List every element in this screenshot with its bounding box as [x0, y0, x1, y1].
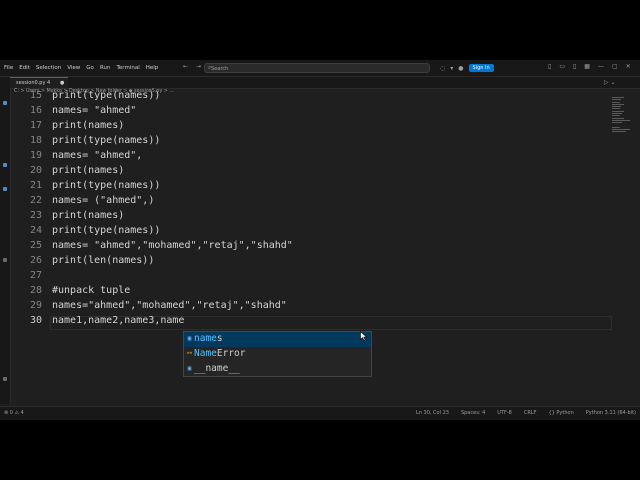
layout-panel-icon[interactable]: ▭	[559, 63, 565, 70]
layout-secondary-icon[interactable]: ▯	[573, 63, 576, 70]
line-number: 26	[29, 255, 42, 266]
code-line[interactable]: print(names)	[52, 165, 124, 176]
close-icon[interactable]: ✕	[626, 63, 631, 70]
window-controls: ▯ ▭ ▯ ▦ — ▢ ✕	[548, 63, 631, 70]
line-endings[interactable]: CRLF	[524, 410, 537, 416]
line-number: 16	[29, 105, 42, 116]
run-icon: ▷ ⌄	[604, 79, 616, 86]
back-arrow-icon[interactable]: ←	[183, 63, 188, 70]
code-line[interactable]: names= "ahmed",	[52, 150, 142, 161]
title-bar-actions: ◌ ▾ ● Sign In	[440, 63, 494, 73]
code-line[interactable]: print(type(names))	[52, 135, 160, 146]
code-line[interactable]: print(type(names))	[52, 90, 160, 101]
suggestion-match: name	[194, 333, 217, 344]
indentation[interactable]: Spaces: 4	[461, 410, 485, 416]
menu-go[interactable]: Go	[86, 65, 94, 71]
code-line[interactable]: names= "ahmed"	[52, 105, 136, 116]
search-placeholder: Search	[211, 65, 229, 72]
copilot-icon[interactable]: ◌	[440, 65, 445, 72]
forward-arrow-icon[interactable]: →	[196, 63, 201, 70]
language-mode[interactable]: {} Python	[548, 410, 573, 416]
search-box[interactable]: ⌕ Search	[204, 63, 430, 73]
line-number: 30	[29, 315, 42, 326]
line-number: 24	[29, 225, 42, 236]
title-bar: File Edit Selection View Go Run Terminal…	[0, 60, 640, 77]
modified-dot-icon[interactable]: ●	[60, 78, 64, 88]
menu-edit[interactable]: Edit	[19, 65, 30, 71]
menu-view[interactable]: View	[67, 65, 80, 71]
accounts-icon[interactable]	[3, 377, 7, 381]
code-line[interactable]: name1,name2,name3,name	[52, 315, 184, 326]
tab-label: session0.py 4	[16, 80, 51, 86]
suggestion-match: Name	[194, 348, 217, 359]
chevron-down-icon[interactable]: ▾	[450, 65, 453, 72]
suggestion-item[interactable]: ▣ names	[184, 332, 371, 347]
minimize-icon[interactable]: —	[598, 63, 604, 70]
layout-sidebar-icon[interactable]: ▯	[548, 63, 551, 70]
line-number: 18	[29, 135, 42, 146]
line-number: 21	[29, 180, 42, 191]
class-icon: ⚯	[186, 350, 193, 357]
maximize-icon[interactable]: ▢	[612, 63, 618, 70]
extensions-icon[interactable]	[3, 258, 7, 262]
code-line[interactable]: print(names)	[52, 120, 124, 131]
tab-bar: session0.py 4 ●	[10, 77, 640, 89]
problems-indicator[interactable]: ⊗ 0 ⚠ 4	[4, 410, 24, 416]
customize-layout-icon[interactable]: ▦	[584, 63, 590, 70]
variable-icon: ▣	[187, 335, 192, 342]
line-number: 22	[29, 195, 42, 206]
line-number: 23	[29, 210, 42, 221]
sign-in-button[interactable]: Sign In	[468, 64, 494, 72]
code-line[interactable]: print(type(names))	[52, 225, 160, 236]
suggestion-match: __name__	[194, 363, 240, 374]
suggestion-rest: Error	[216, 348, 246, 359]
menu-terminal[interactable]: Terminal	[116, 65, 139, 71]
line-number: 15	[29, 90, 42, 101]
variable-icon: ▣	[187, 365, 192, 372]
autocomplete-widget: ▣ names ⚯ NameError ▣ __name__	[183, 331, 372, 377]
line-number: 19	[29, 150, 42, 161]
account-icon[interactable]: ●	[458, 65, 463, 72]
line-number: 20	[29, 165, 42, 176]
search-view-icon[interactable]	[3, 163, 7, 167]
mouse-pointer-icon	[360, 331, 367, 341]
code-line[interactable]: print(type(names))	[52, 180, 160, 191]
minimap[interactable]	[612, 97, 632, 133]
menu-file[interactable]: File	[4, 65, 13, 71]
code-line[interactable]: #unpack tuple	[52, 285, 130, 296]
source-control-icon[interactable]	[3, 187, 7, 191]
code-line[interactable]: names= ("ahmed",)	[52, 195, 154, 206]
menu-run[interactable]: Run	[100, 65, 111, 71]
code-line[interactable]: print(names)	[52, 210, 124, 221]
code-line[interactable]: names= "ahmed","mohamed","retaj","shahd"	[52, 240, 293, 251]
menu-bar: File Edit Selection View Go Run Terminal…	[4, 60, 158, 76]
menu-selection[interactable]: Selection	[36, 65, 61, 71]
code-line[interactable]: names="ahmed","mohamed","retaj","shahd"	[52, 300, 287, 311]
explorer-icon[interactable]	[3, 101, 7, 105]
suggestion-item[interactable]: ⚯ NameError	[184, 347, 371, 362]
python-interpreter[interactable]: Python 3.11 (64-bit)	[586, 410, 636, 416]
line-number: 28	[29, 285, 42, 296]
status-bar: ⊗ 0 ⚠ 4 Ln 30, Col 23 Spaces: 4 UTF-8 CR…	[0, 406, 640, 420]
line-number: 25	[29, 240, 42, 251]
run-button[interactable]: ▷ ⌄	[604, 79, 616, 86]
tab-session0[interactable]: session0.py 4 ●	[10, 77, 68, 88]
line-number: 29	[29, 300, 42, 311]
code-line[interactable]: print(len(names))	[52, 255, 154, 266]
line-number: 27	[29, 270, 42, 281]
line-number: 17	[29, 120, 42, 131]
encoding[interactable]: UTF-8	[497, 410, 512, 416]
suggestion-rest: s	[216, 333, 223, 344]
suggestion-item[interactable]: ▣ __name__	[184, 362, 371, 377]
cursor-position[interactable]: Ln 30, Col 23	[416, 410, 449, 416]
menu-help[interactable]: Help	[146, 65, 159, 71]
